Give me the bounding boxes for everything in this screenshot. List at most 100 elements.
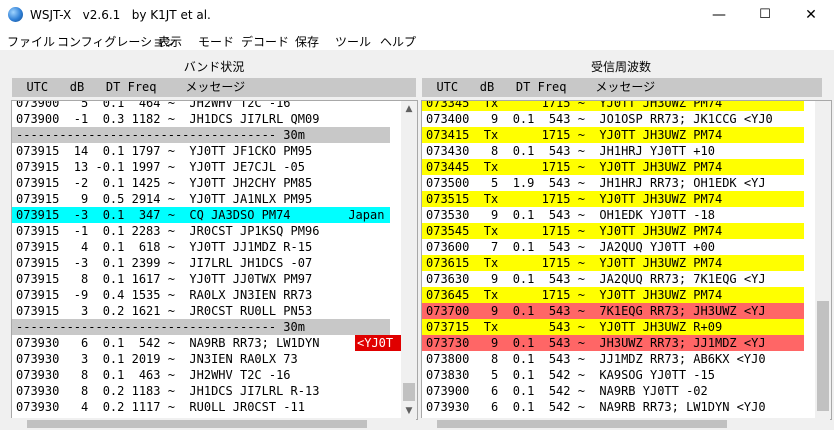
rx-frequency-title: 受信周波数 [590, 60, 651, 74]
rx-frequency-row[interactable]: 073900 6 0.1 542 ~ NA9RB YJ0TT -02 [422, 383, 814, 399]
close-button[interactable]: ✕ [788, 0, 834, 30]
menu-view[interactable]: 表示 [158, 33, 182, 50]
menu-bar: ファイル コンフィグレーション 表示 モード デコード 保存 ツール ヘルプ [0, 30, 834, 50]
band-activity-row[interactable]: 073915 9 0.5 2914 ~ YJ0TT JA1NLX PM95 [12, 191, 400, 207]
band-activity-row[interactable]: 073930 6 0.1 542 ~ NA9RB RR73; LW1DYN <YJ… [12, 335, 403, 351]
band-activity-header: UTC dB DT Freq メッセージ [12, 78, 416, 97]
rx-frequency-row-text: 073500 5 1.9 543 ~ JH1HRJ RR73; OH1EDK <… [426, 176, 766, 190]
band-activity-row[interactable]: 073930 4 0.2 1117 ~ RU0LL JR0CST -11 [12, 399, 400, 415]
rx-frequency-row-text: 073800 8 0.1 543 ~ JJ1MDZ RR73; AB6KX <Y… [426, 352, 766, 366]
band-activity-row[interactable]: 073930 8 0.2 1183 ~ JH1DCS JI7LRL R-13 [12, 383, 400, 399]
rx-frequency-hscrollbar[interactable] [421, 418, 830, 430]
band-activity-row-text: 073930 4 0.2 1117 ~ RU0LL JR0CST -11 [16, 400, 305, 414]
band-activity-hscrollbar[interactable] [11, 418, 416, 430]
rx-frequency-row-text: 073930 6 0.1 542 ~ NA9RB RR73; LW1DYN <Y… [426, 400, 766, 414]
band-activity-row[interactable]: 073930 8 0.1 463 ~ JH2WHV T2C -16 [12, 367, 400, 383]
rx-frequency-vscrollbar[interactable] [815, 101, 831, 419]
rx-frequency-row[interactable]: 073430 8 0.1 543 ~ JH1HRJ YJ0TT +10 [422, 143, 814, 159]
rx-frequency-row[interactable]: 073500 5 1.9 543 ~ JH1HRJ RR73; OH1EDK <… [422, 175, 814, 191]
band-activity-row[interactable]: 073900 5 0.1 464 ~ JH2WHV T2C -16 [12, 101, 400, 111]
band-activity-row[interactable]: ------------------------------------ 30m [12, 319, 400, 335]
rx-frequency-hscroll-thumb[interactable] [437, 420, 727, 428]
rx-frequency-row[interactable]: 073830 5 0.1 542 ~ KA9SOG YJ0TT -15 [422, 367, 814, 383]
band-activity-row-text: ------------------------------------ 30m [16, 128, 305, 142]
rx-frequency-scroll-thumb[interactable] [817, 301, 829, 411]
title-bar: WSJT-X v2.6.1 by K1JT et al. — ☐ ✕ [0, 0, 834, 30]
rx-frequency-row[interactable]: 073630 9 0.1 543 ~ JA2QUQ RR73; 7K1EQG <… [422, 271, 814, 287]
menu-mode[interactable]: モード [198, 33, 234, 50]
band-activity-row-text: 073915 -3 0.1 2399 ~ JI7LRL JH1DCS -07 [16, 256, 313, 270]
rx-frequency-row[interactable]: 073530 9 0.1 543 ~ OH1EDK YJ0TT -18 [422, 207, 814, 223]
scroll-up-arrow-icon[interactable]: ▲ [401, 101, 417, 117]
band-activity-row-text: 073915 9 0.5 2914 ~ YJ0TT JA1NLX PM95 [16, 192, 313, 206]
rx-frequency-list[interactable]: 073345 Tx 1715 ~ YJ0TT JH3UWZ PM74 073400… [421, 100, 832, 420]
band-activity-row[interactable]: ------------------------------------ 30m [12, 127, 400, 143]
rx-frequency-row-text: 073900 6 0.1 542 ~ NA9RB YJ0TT -02 [426, 384, 708, 398]
app-icon [8, 7, 23, 22]
rx-frequency-row[interactable]: 073515 Tx 1715 ~ YJ0TT JH3UWZ PM74 [422, 191, 814, 207]
rx-frequency-row[interactable]: 073600 7 0.1 543 ~ JA2QUQ YJ0TT +00 [422, 239, 814, 255]
band-activity-row-tag: <YJ0T [355, 335, 403, 351]
rx-frequency-row[interactable]: 073345 Tx 1715 ~ YJ0TT JH3UWZ PM74 [422, 100, 814, 111]
band-activity-hscroll-thumb[interactable] [27, 420, 367, 428]
rx-frequency-header: UTC dB DT Freq メッセージ [422, 78, 822, 97]
rx-frequency-row[interactable]: 073445 Tx 1715 ~ YJ0TT JH3UWZ PM74 [422, 159, 814, 175]
band-activity-row-text: 073900 -1 0.3 1182 ~ JH1DCS JI7LRL QM09 [16, 112, 320, 126]
rx-frequency-row-text: 073530 9 0.1 543 ~ OH1EDK YJ0TT -18 [426, 208, 715, 222]
rx-frequency-row-text: 073515 Tx 1715 ~ YJ0TT JH3UWZ PM74 [426, 192, 723, 206]
rx-frequency-row-text: 073715 Tx 543 ~ YJ0TT JH3UWZ R+09 [426, 320, 723, 334]
rx-frequency-row[interactable]: 073615 Tx 1715 ~ YJ0TT JH3UWZ PM74 [422, 255, 814, 271]
rx-frequency-row[interactable]: 073645 Tx 1715 ~ YJ0TT JH3UWZ PM74 [422, 287, 814, 303]
menu-save[interactable]: 保存 [295, 33, 319, 50]
band-activity-row-text: 073915 -9 0.4 1535 ~ RA0LX JN3IEN RR73 [16, 288, 313, 302]
scroll-down-arrow-icon[interactable]: ▼ [401, 403, 417, 419]
band-activity-row[interactable]: 073915 -3 0.1 347 ~ CQ JA3DSO PM74 Japan [12, 207, 400, 223]
band-activity-row[interactable]: 073915 8 0.1 1617 ~ YJ0TT JJ0TWX PM97 [12, 271, 400, 287]
rx-frequency-row-text: 073700 9 0.1 543 ~ 7K1EQG RR73; JH3UWZ <… [426, 304, 766, 318]
rx-frequency-row-text: 073400 9 0.1 543 ~ JO1OSP RR73; JK1CCG <… [426, 112, 773, 126]
rx-frequency-row[interactable]: 073700 9 0.1 543 ~ 7K1EQG RR73; JH3UWZ <… [422, 303, 814, 319]
minimize-button[interactable]: — [696, 0, 742, 30]
band-activity-row-text: 073915 13 -0.1 1997 ~ YJ0TT JE7CJL -05 [16, 160, 305, 174]
rx-frequency-row[interactable]: 073800 8 0.1 543 ~ JJ1MDZ RR73; AB6KX <Y… [422, 351, 814, 367]
rx-frequency-row-text: 073600 7 0.1 543 ~ JA2QUQ YJ0TT +00 [426, 240, 715, 254]
band-activity-row[interactable]: 073915 4 0.1 618 ~ YJ0TT JJ1MDZ R-15 [12, 239, 400, 255]
band-activity-row[interactable]: 073915 -2 0.1 1425 ~ YJ0TT JH2CHY PM85 [12, 175, 400, 191]
rx-frequency-row-text: 073345 Tx 1715 ~ YJ0TT JH3UWZ PM74 [426, 100, 723, 110]
band-activity-row[interactable]: 073915 14 0.1 1797 ~ YJ0TT JF1CKO PM95 [12, 143, 400, 159]
rx-frequency-row-text: 073545 Tx 1715 ~ YJ0TT JH3UWZ PM74 [426, 224, 723, 238]
band-activity-row-text: 073930 8 0.2 1183 ~ JH1DCS JI7LRL R-13 [16, 384, 320, 398]
band-activity-row-text: ------------------------------------ 30m [16, 320, 305, 334]
rx-frequency-row-text: 073730 9 0.1 543 ~ JH3UWZ RR73; JJ1MDZ <… [426, 336, 766, 350]
rx-frequency-row-text: 073630 9 0.1 543 ~ JA2QUQ RR73; 7K1EQG <… [426, 272, 766, 286]
band-activity-row-text: 073915 -3 0.1 347 ~ CQ JA3DSO PM74 Japan [16, 208, 385, 222]
band-activity-row[interactable]: 073915 -1 0.1 2283 ~ JR0CST JP1KSQ PM96 [12, 223, 400, 239]
rx-frequency-row-text: 073445 Tx 1715 ~ YJ0TT JH3UWZ PM74 [426, 160, 723, 174]
band-activity-row[interactable]: 073930 3 0.1 2019 ~ JN3IEN RA0LX 73 [12, 351, 400, 367]
menu-tools[interactable]: ツール [335, 33, 371, 50]
band-activity-scroll-thumb[interactable] [403, 383, 415, 401]
rx-frequency-row[interactable]: 073730 9 0.1 543 ~ JH3UWZ RR73; JJ1MDZ <… [422, 335, 814, 351]
rx-frequency-row[interactable]: 073545 Tx 1715 ~ YJ0TT JH3UWZ PM74 [422, 223, 814, 239]
band-activity-vscrollbar[interactable]: ▲ ▼ [401, 101, 417, 419]
rx-frequency-row[interactable]: 073400 9 0.1 543 ~ JO1OSP RR73; JK1CCG <… [422, 111, 814, 127]
band-activity-row[interactable]: 073915 -9 0.4 1535 ~ RA0LX JN3IEN RR73 [12, 287, 400, 303]
band-activity-row-text: 073915 8 0.1 1617 ~ YJ0TT JJ0TWX PM97 [16, 272, 313, 286]
band-activity-title: バンド状況 [183, 60, 245, 74]
band-activity-row-text: 073930 8 0.1 463 ~ JH2WHV T2C -16 [16, 368, 291, 382]
band-activity-row-text: 073930 6 0.1 542 ~ NA9RB RR73; LW1DYN [16, 336, 320, 350]
rx-frequency-row[interactable]: 073715 Tx 543 ~ YJ0TT JH3UWZ R+09 [422, 319, 814, 335]
menu-decode[interactable]: デコード [241, 33, 289, 50]
rx-frequency-row[interactable]: 073415 Tx 1715 ~ YJ0TT JH3UWZ PM74 [422, 127, 814, 143]
band-activity-row[interactable]: 073900 -1 0.3 1182 ~ JH1DCS JI7LRL QM09 [12, 111, 400, 127]
band-activity-row[interactable]: 073915 13 -0.1 1997 ~ YJ0TT JE7CJL -05 [12, 159, 400, 175]
rx-frequency-row-text: 073415 Tx 1715 ~ YJ0TT JH3UWZ PM74 [426, 128, 723, 142]
rx-frequency-row-text: 073645 Tx 1715 ~ YJ0TT JH3UWZ PM74 [426, 288, 723, 302]
band-activity-list[interactable]: 073900 5 0.1 464 ~ JH2WHV T2C -16 073900 … [11, 100, 418, 420]
maximize-button[interactable]: ☐ [742, 0, 788, 30]
rx-frequency-row[interactable]: 073930 6 0.1 542 ~ NA9RB RR73; LW1DYN <Y… [422, 399, 814, 415]
menu-file[interactable]: ファイル [7, 33, 55, 50]
band-activity-row[interactable]: 073915 -3 0.1 2399 ~ JI7LRL JH1DCS -07 [12, 255, 400, 271]
menu-help[interactable]: ヘルプ [380, 33, 416, 50]
band-activity-row[interactable]: 073915 3 0.2 1621 ~ JR0CST RU0LL PN53 [12, 303, 400, 319]
